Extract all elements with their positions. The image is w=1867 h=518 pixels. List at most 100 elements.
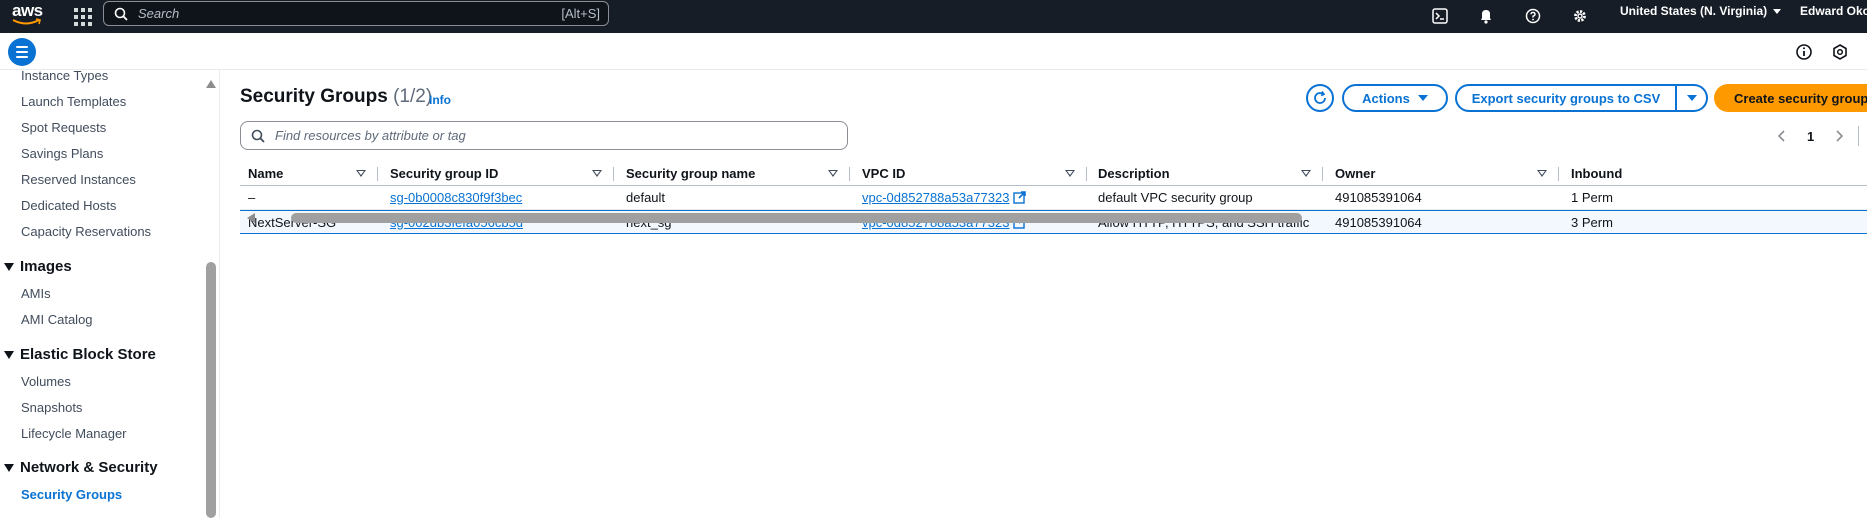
selection-count: (1/2) — [393, 86, 433, 107]
region-label: United States (N. Virginia) — [1620, 4, 1768, 18]
info-icon[interactable] — [1794, 42, 1814, 62]
aws-logo-text: aws — [12, 1, 43, 20]
export-csv-button[interactable]: Export security groups to CSV — [1455, 84, 1677, 112]
table-header: Name Security group ID Security group na… — [240, 162, 1867, 186]
sidebar-item-amis[interactable]: AMIs — [21, 286, 51, 301]
sidebar-section-images[interactable]: Images — [4, 258, 72, 275]
cell-security-group-id-link[interactable]: sg-0b0008c830f9f3bec — [390, 190, 522, 205]
sidebar-item-ami-catalog[interactable]: AMI Catalog — [21, 312, 93, 327]
top-navigation: aws Search [Alt+S] United States (N. Vir… — [0, 0, 1867, 33]
column-header-vpc-id[interactable]: VPC ID — [862, 166, 905, 181]
aws-logo[interactable]: aws — [12, 1, 44, 29]
filter-input[interactable]: Find resources by attribute or tag — [240, 121, 848, 150]
column-header-security-group-name[interactable]: Security group name — [626, 166, 755, 181]
sidebar-item-instance-types[interactable]: Instance Types — [21, 70, 108, 83]
sidebar-section-title: Network & Security — [20, 459, 158, 476]
sort-icon[interactable] — [356, 170, 366, 177]
bell-icon[interactable] — [1475, 5, 1497, 27]
sort-icon[interactable] — [828, 170, 838, 177]
caret-down-icon — [4, 262, 14, 271]
sort-icon[interactable] — [592, 170, 602, 177]
notifications-icon[interactable] — [1830, 42, 1850, 62]
sidebar-section-title: Images — [20, 258, 72, 275]
sub-header — [0, 33, 1867, 70]
search-icon — [251, 129, 265, 143]
global-search-input[interactable]: Search [Alt+S] — [103, 1, 609, 26]
filter-placeholder: Find resources by attribute or tag — [275, 128, 466, 143]
page-number[interactable]: 1 — [1807, 129, 1814, 144]
scrollbar-thumb[interactable] — [291, 213, 1302, 223]
main-content: Security Groups (1/2) Info Actions Expor… — [221, 70, 1867, 518]
chevron-right-icon[interactable] — [1834, 130, 1844, 142]
cell-description: default VPC security group — [1098, 190, 1253, 205]
sidebar-item-dedicated-hosts[interactable]: Dedicated Hosts — [21, 198, 116, 213]
actions-label: Actions — [1362, 90, 1410, 106]
column-header-owner[interactable]: Owner — [1335, 166, 1375, 181]
column-resizer[interactable] — [613, 167, 614, 181]
sort-icon[interactable] — [1301, 170, 1311, 177]
caret-down-icon — [1686, 95, 1697, 101]
cell-owner: 491085391064 — [1335, 190, 1422, 205]
external-link-icon[interactable] — [1013, 191, 1027, 204]
cell-security-group-name: default — [626, 190, 666, 205]
scrollbar-thumb[interactable] — [206, 262, 216, 518]
column-resizer[interactable] — [377, 167, 378, 181]
cell-vpc-id: vpc-0d852788a53a77323 — [862, 190, 1027, 205]
column-header-security-group-id[interactable]: Security group ID — [390, 166, 498, 181]
page-title-text: Security Groups — [240, 86, 388, 107]
sidebar-item-reserved-instances[interactable]: Reserved Instances — [21, 172, 136, 187]
sort-icon[interactable] — [1537, 170, 1547, 177]
services-menu-icon[interactable] — [70, 4, 94, 28]
sidebar-item-lifecycle-manager[interactable]: Lifecycle Manager — [21, 426, 127, 441]
search-shortcut: [Alt+S] — [561, 6, 600, 21]
caret-down-icon — [4, 463, 14, 472]
cell-inbound: 1 Perm — [1571, 190, 1613, 205]
export-label: Export security groups to CSV — [1471, 90, 1661, 106]
sidebar-section-title: Elastic Block Store — [20, 346, 156, 363]
sidebar-item-capacity-reservations[interactable]: Capacity Reservations — [21, 224, 151, 239]
sidebar-item-volumes[interactable]: Volumes — [21, 374, 71, 389]
export-dropdown-button[interactable] — [1676, 84, 1708, 112]
column-resizer[interactable] — [849, 167, 850, 181]
cloudshell-icon[interactable] — [1429, 5, 1451, 27]
column-header-description[interactable]: Description — [1098, 166, 1170, 181]
vpc-id-link[interactable]: vpc-0d852788a53a77323 — [862, 190, 1009, 205]
column-header-name[interactable]: Name — [248, 166, 283, 181]
actions-button[interactable]: Actions — [1342, 84, 1448, 112]
sidebar-section-elastic-block-store[interactable]: Elastic Block Store — [4, 346, 156, 363]
region-selector[interactable]: United States (N. Virginia) — [1620, 4, 1782, 18]
sidebar: Instance Types Launch Templates Spot Req… — [0, 70, 220, 518]
sidebar-item-security-groups[interactable]: Security Groups — [21, 487, 122, 502]
pagination: 1 — [1777, 126, 1860, 146]
divider — [1858, 126, 1860, 146]
side-nav-toggle-icon[interactable] — [8, 38, 36, 66]
search-placeholder: Search — [138, 6, 180, 21]
caret-down-icon — [4, 350, 14, 359]
sidebar-item-snapshots[interactable]: Snapshots — [21, 400, 82, 415]
search-icon — [114, 7, 128, 21]
sidebar-scrollbar[interactable] — [205, 80, 217, 518]
column-resizer[interactable] — [1086, 167, 1087, 181]
scroll-up-icon[interactable] — [206, 80, 216, 88]
column-resizer[interactable] — [1322, 167, 1323, 181]
table-row[interactable]: – sg-0b0008c830f9f3bec default vpc-0d852… — [240, 186, 1867, 210]
info-link[interactable]: Info — [429, 93, 451, 107]
help-icon[interactable] — [1522, 5, 1544, 27]
caret-down-icon — [1417, 95, 1428, 101]
sidebar-item-spot-requests[interactable]: Spot Requests — [21, 120, 106, 135]
column-header-inbound[interactable]: Inbound — [1571, 166, 1622, 181]
sidebar-item-savings-plans[interactable]: Savings Plans — [21, 146, 103, 161]
account-menu[interactable]: Edward Okot — [1800, 4, 1867, 18]
scroll-left-icon[interactable] — [247, 213, 255, 223]
sidebar-section-network-security[interactable]: Network & Security — [4, 459, 158, 476]
refresh-icon — [1314, 91, 1326, 104]
chevron-left-icon[interactable] — [1777, 130, 1787, 142]
aws-smile-icon — [12, 18, 41, 25]
refresh-button[interactable] — [1306, 84, 1334, 112]
sidebar-item-launch-templates[interactable]: Launch Templates — [21, 94, 126, 109]
create-security-group-button[interactable]: Create security group — [1714, 84, 1867, 112]
table-horizontal-scrollbar[interactable] — [240, 212, 1867, 224]
settings-icon[interactable] — [1569, 5, 1591, 27]
column-resizer[interactable] — [1558, 167, 1559, 181]
sort-icon[interactable] — [1065, 170, 1075, 177]
